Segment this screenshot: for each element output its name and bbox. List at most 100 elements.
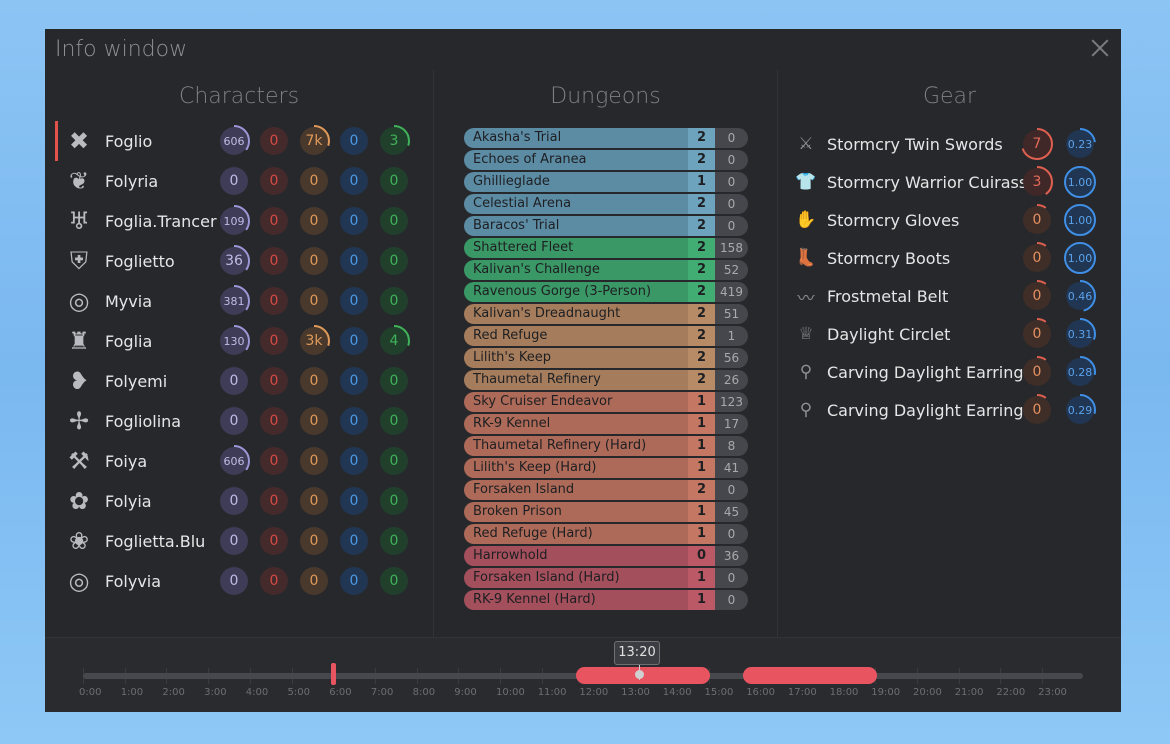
red-counter-badge: 0: [260, 327, 288, 355]
dungeon-row[interactable]: RK-9 Kennel 1 17: [464, 414, 748, 434]
timeline-hour-label: 9:00: [454, 687, 477, 698]
timeline-hour-label: 21:00: [954, 687, 984, 698]
timeline[interactable]: 13:20 0:00 1:00 2:00 3:00 4:00 5:00 6:00 7:00 8:…: [45, 637, 1121, 712]
progress-ring: [1021, 166, 1053, 198]
earring-icon: ⚲: [799, 400, 813, 420]
timeline-hour-label: 4:00: [245, 687, 269, 698]
dungeon-row[interactable]: Forsaken Island (Hard) 1 0: [464, 568, 748, 588]
dungeon-row[interactable]: Ravenous Gorge (3-Person) 2 419: [464, 282, 748, 302]
gear-row[interactable]: 👢 Stormcry Boots 0 1.00: [793, 239, 1113, 277]
character-name: Folyia: [105, 491, 152, 511]
dungeon-name: RK-9 Kennel: [464, 414, 688, 434]
dungeon-name: Thaumetal Refinery: [464, 370, 688, 390]
character-row[interactable]: ❀ Foglietta.Blu 0 0 0 0 0: [55, 521, 425, 561]
gear-row[interactable]: ⚔ Stormcry Twin Swords 7 0.23: [793, 125, 1113, 163]
dungeon-row[interactable]: Red Refuge 2 1: [464, 326, 748, 346]
character-row[interactable]: ❥ Folyemi 0 0 0 0 0: [55, 361, 425, 401]
red-counter-badge: 0: [260, 527, 288, 555]
badge-value: 0: [309, 453, 319, 469]
gear-name: Stormcry Boots: [827, 248, 951, 268]
gear-row[interactable]: ✋ Stormcry Gloves 0 1.00: [793, 201, 1113, 239]
dungeon-row[interactable]: RK-9 Kennel (Hard) 1 0: [464, 590, 748, 610]
dungeon-row[interactable]: Akasha's Trial 2 0: [464, 128, 748, 148]
dungeon-row[interactable]: Thaumetal Refinery 2 26: [464, 370, 748, 390]
character-row[interactable]: ✿ Folyia 0 0 0 0 0: [55, 481, 425, 521]
dungeon-row[interactable]: Kalivan's Challenge 2 52: [464, 260, 748, 280]
badge-value: 0: [389, 213, 399, 229]
badge-value: 0: [229, 533, 239, 549]
badge-value: 0: [229, 573, 239, 589]
quality-badge: 1.00: [1064, 204, 1096, 236]
dungeon-row[interactable]: Echoes of Aranea 2 0: [464, 150, 748, 170]
quality-badge: 0.28: [1064, 356, 1096, 388]
close-icon[interactable]: [1091, 39, 1109, 57]
gear-row[interactable]: 👕 Stormcry Warrior Cuirass 3 1.00: [793, 163, 1113, 201]
character-row[interactable]: ♜ Foglia 130 0 3k 0 4: [55, 321, 425, 361]
gear-row[interactable]: ⚲ Carving Daylight Earring 0 0.28: [793, 353, 1113, 391]
green-counter-badge: 0: [380, 367, 408, 395]
blue-counter-badge: 0: [340, 527, 368, 555]
character-row[interactable]: ◎ Folyvia 0 0 0 0 0: [55, 561, 425, 601]
title-bar[interactable]: Info window: [45, 29, 1121, 70]
dungeon-row[interactable]: Baracos' Trial 2 0: [464, 216, 748, 236]
gear-row[interactable]: ⚲ Carving Daylight Earring 0 0.29: [793, 391, 1113, 429]
timeline-hour-label: 13:00: [621, 687, 650, 698]
gear-row[interactable]: 〰 Frostmetal Belt 0 0.46: [793, 277, 1113, 315]
dungeon-entries: 1: [688, 524, 715, 544]
dungeons-panel: Dungeons Akasha's Trial 2 0 Echoes of Arane…: [434, 70, 778, 637]
dungeon-row[interactable]: Sky Cruiser Endeavor 1 123: [464, 392, 748, 412]
dungeon-row[interactable]: Kalivan's Dreadnaught 2 51: [464, 304, 748, 324]
badge-value: 0: [389, 173, 399, 189]
timeline-hour-label: 17:00: [787, 687, 817, 698]
progress-ring: [1021, 280, 1053, 312]
gold-counter-badge: 0: [300, 407, 328, 435]
dungeon-row[interactable]: Thaumetal Refinery (Hard) 1 8: [464, 436, 748, 456]
gear-row[interactable]: ♕ Daylight Circlet 0 0.31: [793, 315, 1113, 353]
dungeon-entries: 2: [688, 304, 715, 324]
timeline-event-bar[interactable]: [743, 667, 877, 684]
character-row[interactable]: ✢ Fogliolina 0 0 0 0 0: [55, 401, 425, 441]
character-row[interactable]: ❦ Folyria 0 0 0 0 0: [55, 161, 425, 201]
blue-counter-badge: 0: [340, 367, 368, 395]
timeline-hour-label: 8:00: [412, 687, 436, 698]
dungeon-row[interactable]: Harrowhold 0 36: [464, 546, 748, 566]
shield-crest-class-icon: ⛨: [70, 247, 88, 275]
progress-ring: [218, 285, 250, 317]
hammer-cross-class-icon: ⚒: [68, 447, 90, 475]
gold-counter-badge: 0: [300, 367, 328, 395]
timeline-marker[interactable]: [331, 663, 336, 685]
dungeon-name: Ghillieglade: [464, 172, 688, 192]
dungeon-name: Lilith's Keep: [464, 348, 688, 368]
character-name: Folyria: [105, 171, 159, 191]
blue-counter-badge: 0: [340, 167, 368, 195]
characters-heading: Characters: [178, 84, 300, 109]
dungeon-row[interactable]: Ghillieglade 1 0: [464, 172, 748, 192]
gear-name: Stormcry Gloves: [827, 210, 960, 230]
dungeon-row[interactable]: Shattered Fleet 2 158: [464, 238, 748, 258]
now-indicator-handle[interactable]: [635, 670, 644, 679]
progress-ring: [218, 445, 250, 477]
gear-list: ⚔ Stormcry Twin Swords 7 0.23 👕 Stormcry Warr…: [793, 125, 1113, 429]
timeline-hour-label: 14:00: [662, 687, 692, 698]
dungeon-row[interactable]: Forsaken Island 2 0: [464, 480, 748, 500]
item-level-badge: 109: [218, 205, 250, 237]
character-row[interactable]: ⛨ Foglietto 36 0 0 0 0: [55, 241, 425, 281]
progress-ring: [1021, 242, 1053, 274]
character-row[interactable]: ⚒ Foiya 606 0 0 0 0: [55, 441, 425, 481]
character-row[interactable]: ◎ Myvia 381 0 0 0 0: [55, 281, 425, 321]
characters-panel: Characters ✖ Foglio 606 0 7k 0 3 ❦ Folyria 0 0 0 0 0 ♅…: [45, 70, 434, 637]
badge-value: 0: [269, 213, 279, 229]
dungeon-row[interactable]: Lilith's Keep 2 56: [464, 348, 748, 368]
dungeon-row[interactable]: Red Refuge (Hard) 1 0: [464, 524, 748, 544]
character-name: Myvia: [105, 291, 152, 311]
dungeon-clear-count: 36: [715, 546, 748, 566]
enchant-level-badge: 0: [1021, 242, 1053, 274]
badge-value: 0: [309, 413, 319, 429]
dungeon-row[interactable]: Broken Prison 1 45: [464, 502, 748, 522]
character-row[interactable]: ♅ Foglia.Trancer 109 0 0 0 0: [55, 201, 425, 241]
dungeon-row[interactable]: Lilith's Keep (Hard) 1 41: [464, 458, 748, 478]
character-row[interactable]: ✖ Foglio 606 0 7k 0 3: [55, 121, 425, 161]
badge-value: 0: [229, 373, 239, 389]
dungeon-clear-count: 17: [715, 414, 748, 434]
dungeon-row[interactable]: Celestial Arena 2 0: [464, 194, 748, 214]
